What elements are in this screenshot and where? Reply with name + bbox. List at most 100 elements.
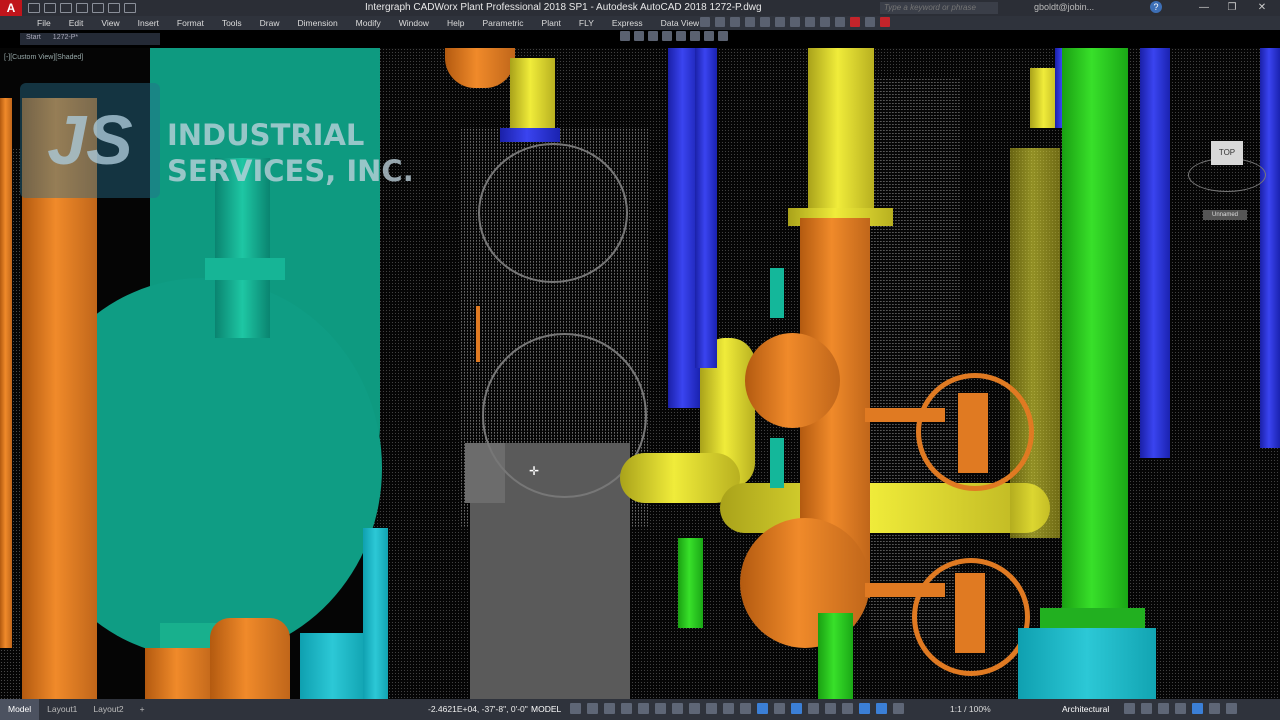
search-input[interactable] bbox=[880, 2, 998, 14]
menu-draw[interactable]: Draw bbox=[260, 18, 280, 28]
menu-fly[interactable]: FLY bbox=[579, 18, 594, 28]
menu-file[interactable]: File bbox=[37, 18, 51, 28]
plant-tool-icon[interactable] bbox=[835, 17, 845, 27]
menu-express[interactable]: Express bbox=[612, 18, 643, 28]
plant-tool-icon[interactable] bbox=[745, 17, 755, 27]
toolbar-icon[interactable] bbox=[690, 31, 700, 41]
viewport-controls[interactable]: [-][Custom View][Shaded] bbox=[4, 54, 83, 61]
lineweight-icon[interactable] bbox=[723, 703, 734, 714]
menu-data-view[interactable]: Data View bbox=[661, 18, 700, 28]
tab-layout1[interactable]: Layout1 bbox=[39, 699, 85, 720]
selection-cycling-icon[interactable] bbox=[757, 703, 768, 714]
infer-icon[interactable] bbox=[604, 703, 615, 714]
menu-help[interactable]: Help bbox=[447, 18, 464, 28]
help-icon[interactable]: ? bbox=[1150, 1, 1162, 13]
menu-tools[interactable]: Tools bbox=[222, 18, 242, 28]
menu-plant[interactable]: Plant bbox=[542, 18, 561, 28]
plant-tool-icon[interactable] bbox=[820, 17, 830, 27]
secondary-toolbar bbox=[620, 31, 728, 41]
ortho-icon[interactable] bbox=[638, 703, 649, 714]
new-file-icon[interactable] bbox=[28, 3, 40, 13]
toolbar-icon[interactable] bbox=[620, 31, 630, 41]
menu-view[interactable]: View bbox=[101, 18, 119, 28]
plant-tool-icon[interactable] bbox=[730, 17, 740, 27]
isolate-objects-icon[interactable] bbox=[1158, 703, 1169, 714]
quick-access-toolbar bbox=[28, 3, 136, 13]
transparency-icon[interactable] bbox=[740, 703, 751, 714]
menu-insert[interactable]: Insert bbox=[138, 18, 159, 28]
selection-filter-icon[interactable] bbox=[808, 703, 819, 714]
grid-icon[interactable] bbox=[570, 703, 581, 714]
user-account[interactable]: gboldt@jobin... bbox=[1034, 2, 1094, 12]
plant-tool-icon[interactable] bbox=[775, 17, 785, 27]
plant-tool-icon[interactable] bbox=[805, 17, 815, 27]
gizmo-icon[interactable] bbox=[825, 703, 836, 714]
tab-start[interactable]: Start bbox=[20, 33, 47, 45]
save-icon[interactable] bbox=[60, 3, 72, 13]
autocad-app-icon[interactable]: A bbox=[0, 0, 22, 16]
auto-scale-icon[interactable] bbox=[859, 703, 870, 714]
status-right-tools bbox=[1124, 703, 1237, 714]
isodraft-icon[interactable] bbox=[672, 703, 683, 714]
plant-tool-icon[interactable] bbox=[715, 17, 725, 27]
menu-dimension[interactable]: Dimension bbox=[298, 18, 338, 28]
menu-parametric[interactable]: Parametric bbox=[482, 18, 523, 28]
close-button[interactable]: ✕ bbox=[1248, 1, 1276, 15]
plant-tool-icon[interactable] bbox=[700, 17, 710, 27]
3d-osnap-icon[interactable] bbox=[774, 703, 785, 714]
viewcube-top[interactable]: TOP bbox=[1211, 141, 1243, 165]
dynamic-ucs-icon[interactable] bbox=[791, 703, 802, 714]
snap-icon[interactable] bbox=[587, 703, 598, 714]
menu-edit[interactable]: Edit bbox=[69, 18, 84, 28]
open-file-icon[interactable] bbox=[44, 3, 56, 13]
menu-window[interactable]: Window bbox=[399, 18, 429, 28]
maximize-button[interactable]: ❐ bbox=[1218, 1, 1246, 15]
plant-tool-icon[interactable] bbox=[790, 17, 800, 27]
object-snap-tracking-icon[interactable] bbox=[689, 703, 700, 714]
tab-model[interactable]: Model bbox=[0, 699, 40, 720]
annotation-scale-icon[interactable] bbox=[876, 703, 887, 714]
annotation-scale[interactable]: 1:1 / 100% bbox=[950, 704, 991, 714]
units-menu[interactable]: Architectural bbox=[1062, 704, 1109, 714]
graphics-performance-icon[interactable] bbox=[1175, 703, 1186, 714]
clean-screen-icon[interactable] bbox=[1209, 703, 1220, 714]
polar-icon[interactable] bbox=[655, 703, 666, 714]
save-as-icon[interactable] bbox=[76, 3, 88, 13]
quick-properties-icon[interactable] bbox=[1124, 703, 1135, 714]
lock-ui-icon[interactable] bbox=[1141, 703, 1152, 714]
customization-icon[interactable] bbox=[1226, 703, 1237, 714]
hardware-acceleration-icon[interactable] bbox=[1192, 703, 1203, 714]
minimize-button[interactable]: — bbox=[1190, 1, 1218, 15]
toolbar-icon[interactable] bbox=[648, 31, 658, 41]
workspace-switch-icon[interactable] bbox=[893, 703, 904, 714]
window-title: Intergraph CADWorx Plant Professional 20… bbox=[365, 2, 762, 13]
print-icon[interactable] bbox=[92, 3, 104, 13]
stop-icon[interactable] bbox=[850, 17, 860, 27]
undo-icon[interactable] bbox=[108, 3, 120, 13]
logo-text-line2: SERVICES, INC. bbox=[167, 154, 414, 188]
add-layout-button[interactable]: + bbox=[132, 699, 153, 720]
valve-body bbox=[955, 573, 985, 653]
annotation-visibility-icon[interactable] bbox=[842, 703, 853, 714]
toolbar-icon[interactable] bbox=[718, 31, 728, 41]
object-snap-icon[interactable] bbox=[706, 703, 717, 714]
redo-icon[interactable] bbox=[124, 3, 136, 13]
dynamic-input-icon[interactable] bbox=[621, 703, 632, 714]
wcs-menu[interactable]: Unnamed bbox=[1203, 210, 1247, 220]
menu-modify[interactable]: Modify bbox=[356, 18, 381, 28]
tab-drawing[interactable]: 1272-P* bbox=[47, 33, 84, 45]
toolbar-icon[interactable] bbox=[676, 31, 686, 41]
close-tool-icon[interactable] bbox=[880, 17, 890, 27]
column-scan bbox=[870, 78, 960, 638]
drawing-viewport[interactable]: JS INDUSTRIAL SERVICES, INC. TOP Unnamed… bbox=[0, 48, 1280, 699]
model-space-button[interactable]: MODEL bbox=[531, 704, 561, 714]
tab-layout2[interactable]: Layout2 bbox=[85, 699, 131, 720]
menu-format[interactable]: Format bbox=[177, 18, 204, 28]
toolbar-icon[interactable] bbox=[634, 31, 644, 41]
coordinate-readout[interactable]: -2.4621E+04, -37'-8", 0'-0" bbox=[428, 704, 528, 714]
pipe-blue-flange bbox=[500, 128, 560, 142]
toolbar-icon[interactable] bbox=[662, 31, 672, 41]
toolbar-icon[interactable] bbox=[704, 31, 714, 41]
plant-tool-icon[interactable] bbox=[865, 17, 875, 27]
plant-tool-icon[interactable] bbox=[760, 17, 770, 27]
